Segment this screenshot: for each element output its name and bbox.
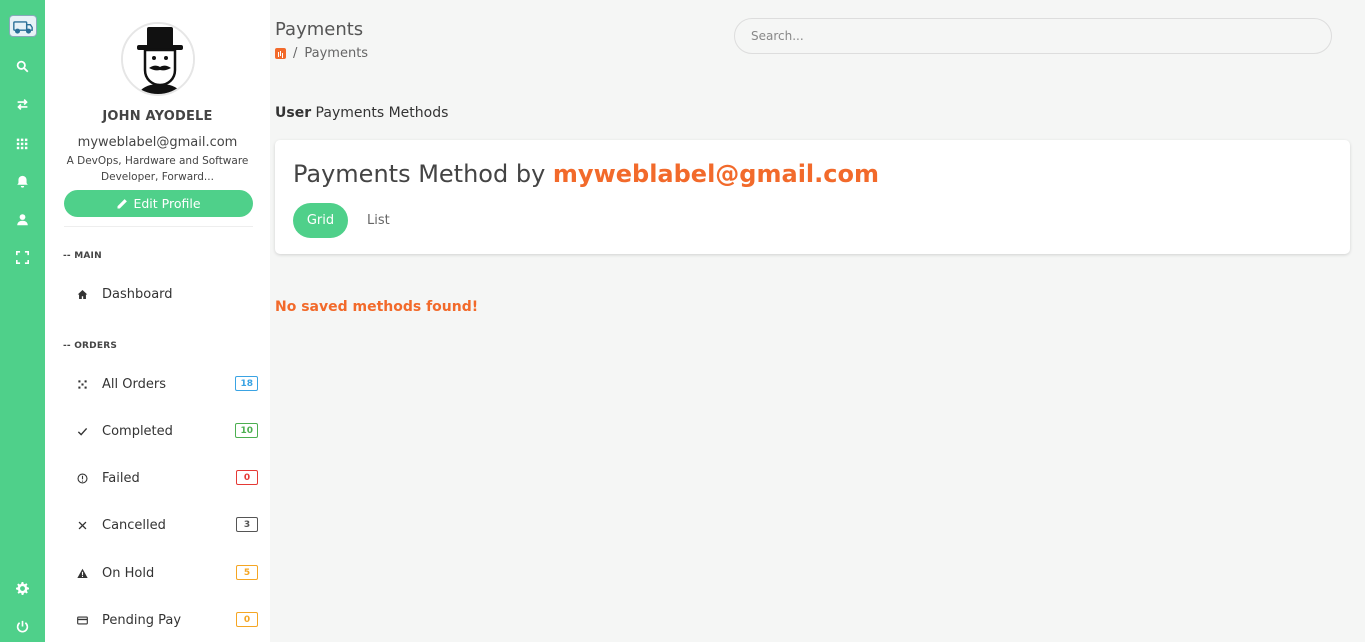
search-icon[interactable] xyxy=(0,55,45,77)
chart-icon[interactable] xyxy=(275,48,286,59)
card-title-prefix: Payments Method by xyxy=(293,160,553,188)
check-icon xyxy=(75,424,89,438)
sidebar-item-cancelled[interactable]: Cancelled 3 xyxy=(75,513,258,537)
sidebar-item-all-orders[interactable]: All Orders 18 xyxy=(75,372,258,396)
card-title-email: myweblabel@gmail.com xyxy=(552,160,879,188)
page-title: Payments xyxy=(275,19,364,40)
count-badge: 10 xyxy=(235,423,258,438)
edit-profile-label: Edit Profile xyxy=(133,196,201,211)
search-input[interactable] xyxy=(734,18,1332,54)
close-icon xyxy=(75,518,89,532)
count-badge: 18 xyxy=(235,376,258,391)
sidebar-item-label: Pending Pay xyxy=(102,612,182,628)
avatar-illustration xyxy=(123,24,193,94)
divider xyxy=(64,226,253,227)
count-badge: 0 xyxy=(236,612,258,627)
sidebar-item-pending-pay[interactable]: Pending Pay 0 xyxy=(75,608,258,632)
user-email: myweblabel@gmail.com xyxy=(77,135,238,150)
app-logo[interactable] xyxy=(0,12,45,40)
profile-sidebar: JOHN AYODELE myweblabel@gmail.com A DevO… xyxy=(45,0,270,642)
card-title: Payments Method by myweblabel@gmail.com xyxy=(293,160,879,188)
tab-grid[interactable]: Grid xyxy=(293,203,348,238)
count-badge: 5 xyxy=(236,565,258,580)
breadcrumb: / Payments xyxy=(275,46,368,61)
pencil-icon xyxy=(116,198,128,210)
warning-icon xyxy=(75,566,89,580)
alert-circle-icon xyxy=(75,471,89,485)
credit-card-icon xyxy=(75,613,89,627)
payments-method-card: Payments Method by myweblabel@gmail.com … xyxy=(275,140,1350,254)
section-main-label: -- MAIN xyxy=(63,251,102,261)
tab-list[interactable]: List xyxy=(359,203,398,238)
icon-rail xyxy=(0,0,45,642)
home-icon xyxy=(75,287,89,301)
subheading-rest: Payments Methods xyxy=(311,105,449,121)
count-badge: 3 xyxy=(236,517,258,532)
sidebar-item-label: Completed xyxy=(102,423,173,439)
section-orders-label: -- ORDERS xyxy=(63,341,118,351)
gear-icon[interactable] xyxy=(0,577,45,599)
section-subheading: User Payments Methods xyxy=(275,105,448,121)
bell-icon[interactable] xyxy=(0,170,45,192)
power-icon[interactable] xyxy=(0,615,45,637)
sidebar-item-label: Cancelled xyxy=(102,517,166,533)
sidebar-item-label: All Orders xyxy=(102,376,166,392)
sidebar-item-label: Failed xyxy=(102,470,140,486)
sidebar-item-dashboard[interactable]: Dashboard xyxy=(75,282,245,306)
breadcrumb-separator: / xyxy=(293,46,298,61)
sidebar-item-failed[interactable]: Failed 0 xyxy=(75,466,258,490)
orders-icon xyxy=(75,377,89,391)
user-name: JOHN AYODELE xyxy=(102,109,213,124)
grid-icon[interactable] xyxy=(0,132,45,154)
empty-state-message: No saved methods found! xyxy=(275,299,479,315)
avatar[interactable] xyxy=(121,22,195,96)
user-bio: A DevOps, Hardware and Software Develope… xyxy=(66,155,249,183)
transfer-icon[interactable] xyxy=(0,93,45,115)
sidebar-item-label: On Hold xyxy=(102,565,155,581)
breadcrumb-current: Payments xyxy=(304,46,369,61)
user-icon[interactable] xyxy=(0,208,45,230)
fullscreen-icon[interactable] xyxy=(0,246,45,268)
sidebar-item-on-hold[interactable]: On Hold 5 xyxy=(75,561,258,585)
sidebar-item-label: Dashboard xyxy=(102,286,173,302)
edit-profile-button[interactable]: Edit Profile xyxy=(64,190,253,217)
subheading-bold: User xyxy=(275,105,312,121)
sidebar-item-completed[interactable]: Completed 10 xyxy=(75,419,258,443)
count-badge: 0 xyxy=(236,470,258,485)
